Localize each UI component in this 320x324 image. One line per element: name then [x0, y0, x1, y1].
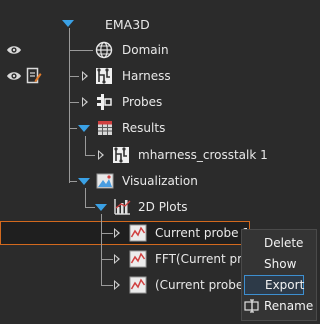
tree-item-label: mharness_crosstalk 1 — [138, 148, 268, 162]
menu-item-show[interactable]: Show — [242, 254, 318, 274]
tree-item-label: Visualization — [122, 174, 198, 188]
tree-item-current-probe[interactable]: Current probe 1 — [155, 222, 250, 244]
collapse-arrow-icon[interactable] — [78, 178, 90, 185]
tree-item-label: 2D Plots — [138, 200, 188, 214]
expand-arrow-icon[interactable] — [114, 280, 120, 290]
collapse-arrow-icon[interactable] — [78, 125, 90, 132]
expand-arrow-icon[interactable] — [62, 20, 74, 27]
harness-icon — [96, 68, 112, 84]
tree-connector — [85, 136, 86, 156]
tree-connector — [69, 128, 77, 129]
menu-item-delete[interactable]: Delete — [242, 233, 318, 253]
rename-icon — [244, 299, 259, 313]
results-grid-icon — [98, 121, 112, 135]
tree-connector — [69, 102, 79, 103]
tree-item-label: Probes — [122, 95, 163, 109]
eye-icon[interactable] — [6, 68, 22, 84]
tree-item-domain[interactable]: Domain — [122, 39, 169, 61]
tree-connector — [101, 285, 113, 286]
tree-root-label: EMA3D — [105, 16, 150, 32]
expand-arrow-icon[interactable] — [82, 97, 88, 107]
harness-icon — [113, 147, 129, 163]
tree-item-mharness-crosstalk[interactable]: mharness_crosstalk 1 — [138, 144, 268, 166]
line-plot-icon — [129, 250, 147, 268]
visualization-icon — [96, 173, 114, 189]
menu-item-rename[interactable]: Rename — [242, 296, 318, 316]
menu-item-label: Rename — [264, 299, 314, 313]
line-plot-icon — [129, 276, 147, 294]
line-plot-icon — [129, 224, 147, 242]
tree-item-label: Current probe 1 — [155, 226, 250, 240]
tree-item-label: Results — [122, 121, 166, 135]
tree-item-label: Domain — [122, 43, 169, 57]
tree-item-2d-plots[interactable]: 2D Plots — [138, 196, 188, 218]
edit-document-icon[interactable] — [26, 67, 42, 85]
tree-connector — [101, 259, 113, 260]
tree-item-label: Harness — [122, 69, 171, 83]
tree-connector — [69, 76, 79, 77]
tree-item-probes[interactable]: Probes — [122, 91, 162, 113]
probe-icon — [97, 94, 112, 110]
tree-item-results[interactable]: Results — [122, 117, 165, 139]
tree-connector — [85, 188, 86, 208]
tree-connector — [69, 181, 77, 182]
tree-connector — [101, 233, 113, 234]
eye-icon[interactable] — [6, 42, 22, 58]
tree-root[interactable]: EMA3D — [105, 13, 150, 35]
tree-connector — [85, 207, 95, 208]
globe-icon — [95, 41, 113, 59]
expand-arrow-icon[interactable] — [82, 71, 88, 81]
bar-chart-icon — [114, 199, 131, 215]
menu-item-export[interactable]: Export — [244, 275, 304, 295]
expand-arrow-icon[interactable] — [114, 228, 120, 238]
tree-connector — [69, 28, 70, 183]
context-menu: Delete Show Export Rename — [241, 229, 317, 321]
tree-connector — [85, 155, 95, 156]
tree-item-harness[interactable]: Harness — [122, 65, 171, 87]
menu-item-label: Delete — [264, 236, 304, 250]
menu-item-label: Export — [265, 278, 305, 292]
expand-arrow-icon[interactable] — [114, 254, 120, 264]
tree-connector — [69, 50, 93, 51]
tree-item-visualization[interactable]: Visualization — [122, 170, 198, 192]
menu-item-label: Show — [264, 257, 297, 271]
collapse-arrow-icon[interactable] — [95, 204, 107, 211]
expand-arrow-icon[interactable] — [98, 150, 104, 160]
tree-connector — [101, 214, 102, 286]
